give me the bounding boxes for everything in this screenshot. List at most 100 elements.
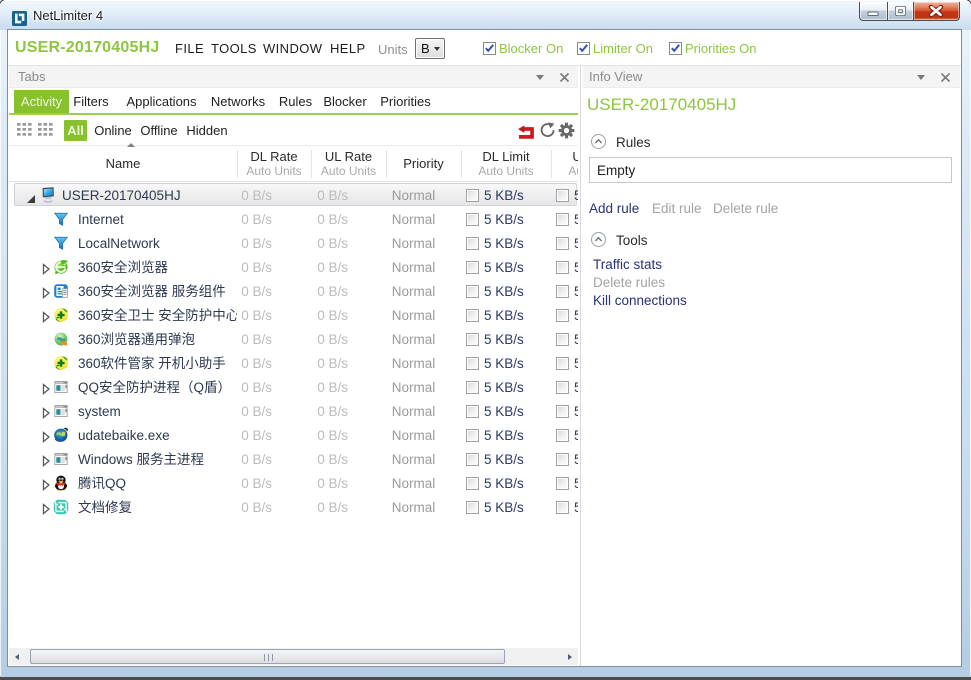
ul-limit-checkbox[interactable] xyxy=(556,237,569,250)
kill-connections-link[interactable]: Kill connections xyxy=(593,293,687,308)
table-row[interactable]: system0 B/s0 B/sNormal5 KB/s5 KB/s xyxy=(9,399,578,423)
dl-limit-checkbox[interactable] xyxy=(466,261,479,274)
panel-menu-caret-icon[interactable] xyxy=(917,75,925,80)
dl-limit-checkbox[interactable] xyxy=(466,453,479,466)
panel-close-icon[interactable] xyxy=(559,72,570,83)
dl-limit-checkbox[interactable] xyxy=(466,381,479,394)
tree-expander-collapsed-icon[interactable] xyxy=(42,382,50,394)
horizontal-scrollbar[interactable] xyxy=(9,648,578,665)
dl-limit-checkbox[interactable] xyxy=(466,285,479,298)
table-row[interactable]: Windows 服务主进程0 B/s0 B/sNormal5 KB/s5 KB/… xyxy=(9,447,578,471)
minimize-button[interactable] xyxy=(859,2,887,21)
ul-limit-checkbox[interactable] xyxy=(556,477,569,490)
ul-limit-checkbox[interactable] xyxy=(556,453,569,466)
close-button[interactable] xyxy=(914,2,960,21)
priorities-on-toggle[interactable]: Priorities On xyxy=(669,38,757,58)
tree-expander-collapsed-icon[interactable] xyxy=(42,262,50,274)
dl-limit-checkbox[interactable] xyxy=(466,309,479,322)
scrollbar-thumb[interactable] xyxy=(30,649,505,664)
column-header-dl-limit[interactable]: DL LimitAuto Units xyxy=(461,146,551,182)
table-row[interactable]: 360软件管家 开机小助手0 B/s0 B/sNormal5 KB/s5 KB/… xyxy=(9,351,578,375)
ul-limit-checkbox[interactable] xyxy=(556,381,569,394)
filter-all[interactable]: All xyxy=(64,120,87,141)
maximize-button[interactable] xyxy=(887,2,914,21)
column-header-dl-rate[interactable]: DL RateAuto Units xyxy=(237,146,311,182)
ul-limit-checkbox[interactable] xyxy=(556,309,569,322)
table-row[interactable]: 360安全浏览器0 B/s0 B/sNormal5 KB/s5 KB/s xyxy=(9,255,578,279)
tools-collapse-button[interactable] xyxy=(591,232,606,247)
tree-expander-collapsed-icon[interactable] xyxy=(42,454,50,466)
tree-expander-collapsed-icon[interactable] xyxy=(42,502,50,514)
table-row[interactable]: 360浏览器通用弹泡0 B/s0 B/sNormal5 KB/s5 KB/s xyxy=(9,327,578,351)
menu-tools[interactable]: TOOLS xyxy=(211,41,257,56)
ul-limit-checkbox[interactable] xyxy=(556,501,569,514)
column-header-name[interactable]: Name xyxy=(9,146,237,182)
units-dropdown[interactable]: B xyxy=(415,38,445,59)
traffic-stats-link[interactable]: Traffic stats xyxy=(593,257,662,272)
tab-networks[interactable]: Networks xyxy=(200,90,276,113)
scroll-right-button[interactable] xyxy=(561,648,578,665)
add-rule-link[interactable]: Add rule xyxy=(589,201,639,216)
table-row[interactable]: udatebaike.exe0 B/s0 B/sNormal5 KB/s5 KB… xyxy=(9,423,578,447)
table-row[interactable]: QQ安全防护进程（Q盾）0 B/s0 B/sNormal5 KB/s5 KB/s xyxy=(9,375,578,399)
grid-view-icon[interactable] xyxy=(38,123,53,136)
tab-applications[interactable]: Applications xyxy=(115,90,208,113)
panel-menu-caret-icon[interactable] xyxy=(536,75,544,80)
menu-file[interactable]: FILE xyxy=(175,41,204,56)
dl-limit-checkbox[interactable] xyxy=(466,189,479,202)
undo-icon[interactable] xyxy=(518,124,535,141)
dl-limit-checkbox[interactable] xyxy=(466,501,479,514)
dl-limit-checkbox[interactable] xyxy=(466,429,479,442)
column-header-ul-limit[interactable]: UL LimitAuto Units xyxy=(551,146,578,182)
ul-limit-checkbox[interactable] xyxy=(556,189,569,202)
filter-hidden[interactable]: Hidden xyxy=(185,120,229,141)
ul-limit-checkbox[interactable] xyxy=(556,333,569,346)
ul-limit-checkbox[interactable] xyxy=(556,213,569,226)
ul-limit-checkbox[interactable] xyxy=(556,429,569,442)
tab-priorities[interactable]: Priorities xyxy=(369,90,442,113)
table-row[interactable]: 360安全卫士 安全防护中心模块0 B/s0 B/sNormal5 KB/s5 … xyxy=(9,303,578,327)
filter-online[interactable]: Online xyxy=(93,120,133,141)
menu-window[interactable]: WINDOW xyxy=(263,41,322,56)
menu-help[interactable]: HELP xyxy=(330,41,366,56)
ul-limit-checkbox[interactable] xyxy=(556,261,569,274)
dl-limit-checkbox[interactable] xyxy=(466,357,479,370)
table-row[interactable]: Internet0 B/s0 B/sNormal5 KB/s5 KB/s xyxy=(9,207,578,231)
tab-filters[interactable]: Filters xyxy=(62,90,120,113)
dl-limit-checkbox[interactable] xyxy=(466,405,479,418)
blocker-on-toggle[interactable]: Blocker On xyxy=(483,38,563,58)
tree-expander-collapsed-icon[interactable] xyxy=(42,478,50,490)
tree-expander-collapsed-icon[interactable] xyxy=(42,430,50,442)
tree-expander-expanded-icon[interactable] xyxy=(27,190,35,198)
refresh-icon[interactable] xyxy=(539,122,556,139)
settings-gear-icon[interactable] xyxy=(558,122,575,139)
panel-close-icon[interactable] xyxy=(940,72,951,83)
scroll-left-button[interactable] xyxy=(9,648,26,665)
dl-limit-checkbox[interactable] xyxy=(466,477,479,490)
tree-expander-collapsed-icon[interactable] xyxy=(42,286,50,298)
ul-limit-checkbox[interactable] xyxy=(556,285,569,298)
table-row[interactable]: 腾讯QQ0 B/s0 B/sNormal5 KB/s5 KB/s xyxy=(9,471,578,495)
panel-divider[interactable] xyxy=(580,66,581,666)
tab-activity[interactable]: Activity xyxy=(14,90,69,113)
rules-list-box[interactable]: Empty xyxy=(589,157,952,183)
ul-limit-checkbox[interactable] xyxy=(556,405,569,418)
tree-expander-collapsed-icon[interactable] xyxy=(42,406,50,418)
360-safe-plus-icon xyxy=(53,307,69,323)
rules-collapse-button[interactable] xyxy=(591,134,606,149)
dl-limit-checkbox[interactable] xyxy=(466,213,479,226)
dl-limit-checkbox[interactable] xyxy=(466,237,479,250)
filter-offline[interactable]: Offline xyxy=(138,120,180,141)
column-header-ul-rate[interactable]: UL RateAuto Units xyxy=(311,146,386,182)
ul-limit-checkbox[interactable] xyxy=(556,357,569,370)
table-row[interactable]: USER-20170405HJ0 B/s0 B/sNormal5 KB/s5 K… xyxy=(9,183,578,207)
table-row[interactable]: 文档修复0 B/s0 B/sNormal5 KB/s5 KB/s xyxy=(9,495,578,519)
table-row[interactable]: 360安全浏览器 服务组件0 B/s0 B/sNormal5 KB/s5 KB/… xyxy=(9,279,578,303)
column-header-priority[interactable]: Priority xyxy=(386,146,461,182)
dl-limit-checkbox[interactable] xyxy=(466,333,479,346)
tree-expander-collapsed-icon[interactable] xyxy=(42,310,50,322)
limiter-on-toggle[interactable]: Limiter On xyxy=(577,38,653,58)
title-bar[interactable]: NetLimiter 4 xyxy=(0,0,971,30)
table-row[interactable]: LocalNetwork0 B/s0 B/sNormal5 KB/s5 KB/s xyxy=(9,231,578,255)
grid-view-icon[interactable] xyxy=(17,123,32,136)
